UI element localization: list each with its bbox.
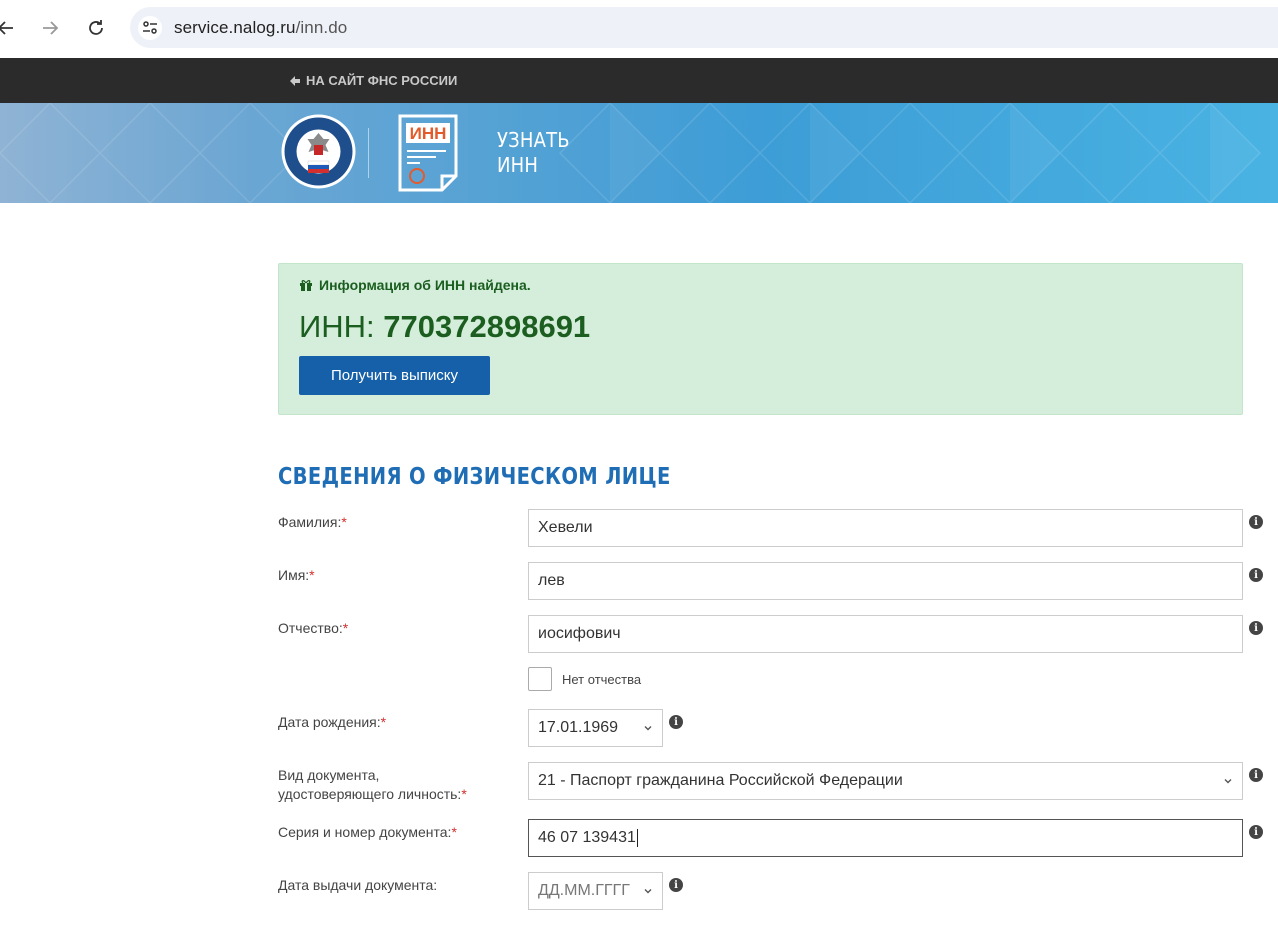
inn-prefix: ИНН: xyxy=(299,309,384,344)
birthdate-value: 17.01.1969 xyxy=(538,719,619,736)
patronymic-input[interactable]: иосифович xyxy=(528,615,1243,653)
info-icon[interactable]: i xyxy=(1249,825,1263,839)
reload-icon[interactable] xyxy=(82,14,110,42)
info-icon[interactable]: i xyxy=(1249,621,1263,635)
doc-number-value: 46 07 139431 xyxy=(538,829,636,846)
info-icon[interactable]: i xyxy=(1249,515,1263,529)
header-banner xyxy=(0,103,1278,203)
chevron-down-icon xyxy=(1224,779,1232,784)
doc-type-value: 21 - Паспорт гражданина Российской Федер… xyxy=(538,772,903,789)
text-cursor xyxy=(636,829,638,847)
inn-value-line: ИНН: 770372898691 xyxy=(299,309,590,345)
name-input[interactable]: лев xyxy=(528,562,1243,600)
info-icon[interactable]: i xyxy=(1249,768,1263,782)
service-title-line1: УЗНАТЬ xyxy=(497,128,570,152)
section-title: СВЕДЕНИЯ О ФИЗИЧЕСКОМ ЛИЦЕ xyxy=(278,464,671,490)
info-icon[interactable]: i xyxy=(1249,568,1263,582)
site-settings-icon[interactable] xyxy=(138,16,162,40)
required-mark: * xyxy=(342,620,349,636)
doc-issue-date-placeholder: ДД.ММ.ГГГГ xyxy=(538,882,630,899)
gift-icon xyxy=(300,280,312,291)
patronymic-label: Отчество:* xyxy=(278,620,349,636)
inn-number: 770372898691 xyxy=(383,309,591,344)
service-title-line2: ИНН xyxy=(497,153,539,177)
doc-type-label: Вид документа, удостоверяющего личность:… xyxy=(278,767,467,802)
required-mark: * xyxy=(461,786,467,802)
forward-arrow-icon[interactable] xyxy=(36,14,64,42)
inn-document-icon: ИНН xyxy=(398,114,458,192)
no-patronymic-label[interactable]: Нет отчества xyxy=(562,672,641,687)
info-icon[interactable]: i xyxy=(669,715,683,729)
doc-issue-date-label: Дата выдачи документа: xyxy=(278,877,438,893)
surname-label: Фамилия:* xyxy=(278,514,347,530)
service-title: УЗНАТЬ ИНН xyxy=(497,128,570,178)
birthdate-select[interactable]: 17.01.1969 xyxy=(528,709,663,747)
chevron-down-icon xyxy=(644,726,652,731)
fns-emblem-logo[interactable] xyxy=(280,113,357,191)
doc-issue-date-select[interactable]: ДД.ММ.ГГГГ xyxy=(528,872,663,910)
surname-input[interactable]: Хевели xyxy=(528,509,1243,547)
chevron-down-icon xyxy=(644,889,652,894)
required-mark: * xyxy=(380,714,387,730)
doc-number-label: Серия и номер документа:* xyxy=(278,824,457,840)
site-topbar xyxy=(0,58,1278,103)
back-to-fns-link[interactable]: НА САЙТ ФНС РОССИИ xyxy=(289,73,457,88)
inn-result-alert: Информация об ИНН найдена. ИНН: 77037289… xyxy=(278,263,1243,415)
birthdate-label: Дата рождения:* xyxy=(278,714,387,730)
result-message: Информация об ИНН найдена. xyxy=(299,277,531,293)
arrow-left-icon xyxy=(290,75,300,86)
name-label: Имя:* xyxy=(278,567,315,583)
result-message-text: Информация об ИНН найдена. xyxy=(319,277,531,293)
url-domain: service.nalog.ru xyxy=(174,18,296,37)
doc-type-select[interactable]: 21 - Паспорт гражданина Российской Федер… xyxy=(528,762,1243,800)
no-patronymic-checkbox[interactable] xyxy=(528,667,552,691)
back-arrow-icon[interactable] xyxy=(0,14,20,42)
required-mark: * xyxy=(451,824,457,840)
get-extract-button[interactable]: Получить выписку xyxy=(299,356,490,395)
doc-number-input[interactable]: 46 07 139431 xyxy=(528,819,1243,857)
info-icon[interactable]: i xyxy=(669,878,683,892)
back-link-label: НА САЙТ ФНС РОССИИ xyxy=(306,73,458,88)
required-mark: * xyxy=(309,567,315,583)
url-text[interactable]: service.nalog.ru/inn.do xyxy=(174,18,347,38)
inn-doc-label: ИНН xyxy=(410,124,447,143)
url-path: /inn.do xyxy=(295,18,348,37)
header-divider xyxy=(368,128,369,178)
required-mark: * xyxy=(341,514,347,530)
